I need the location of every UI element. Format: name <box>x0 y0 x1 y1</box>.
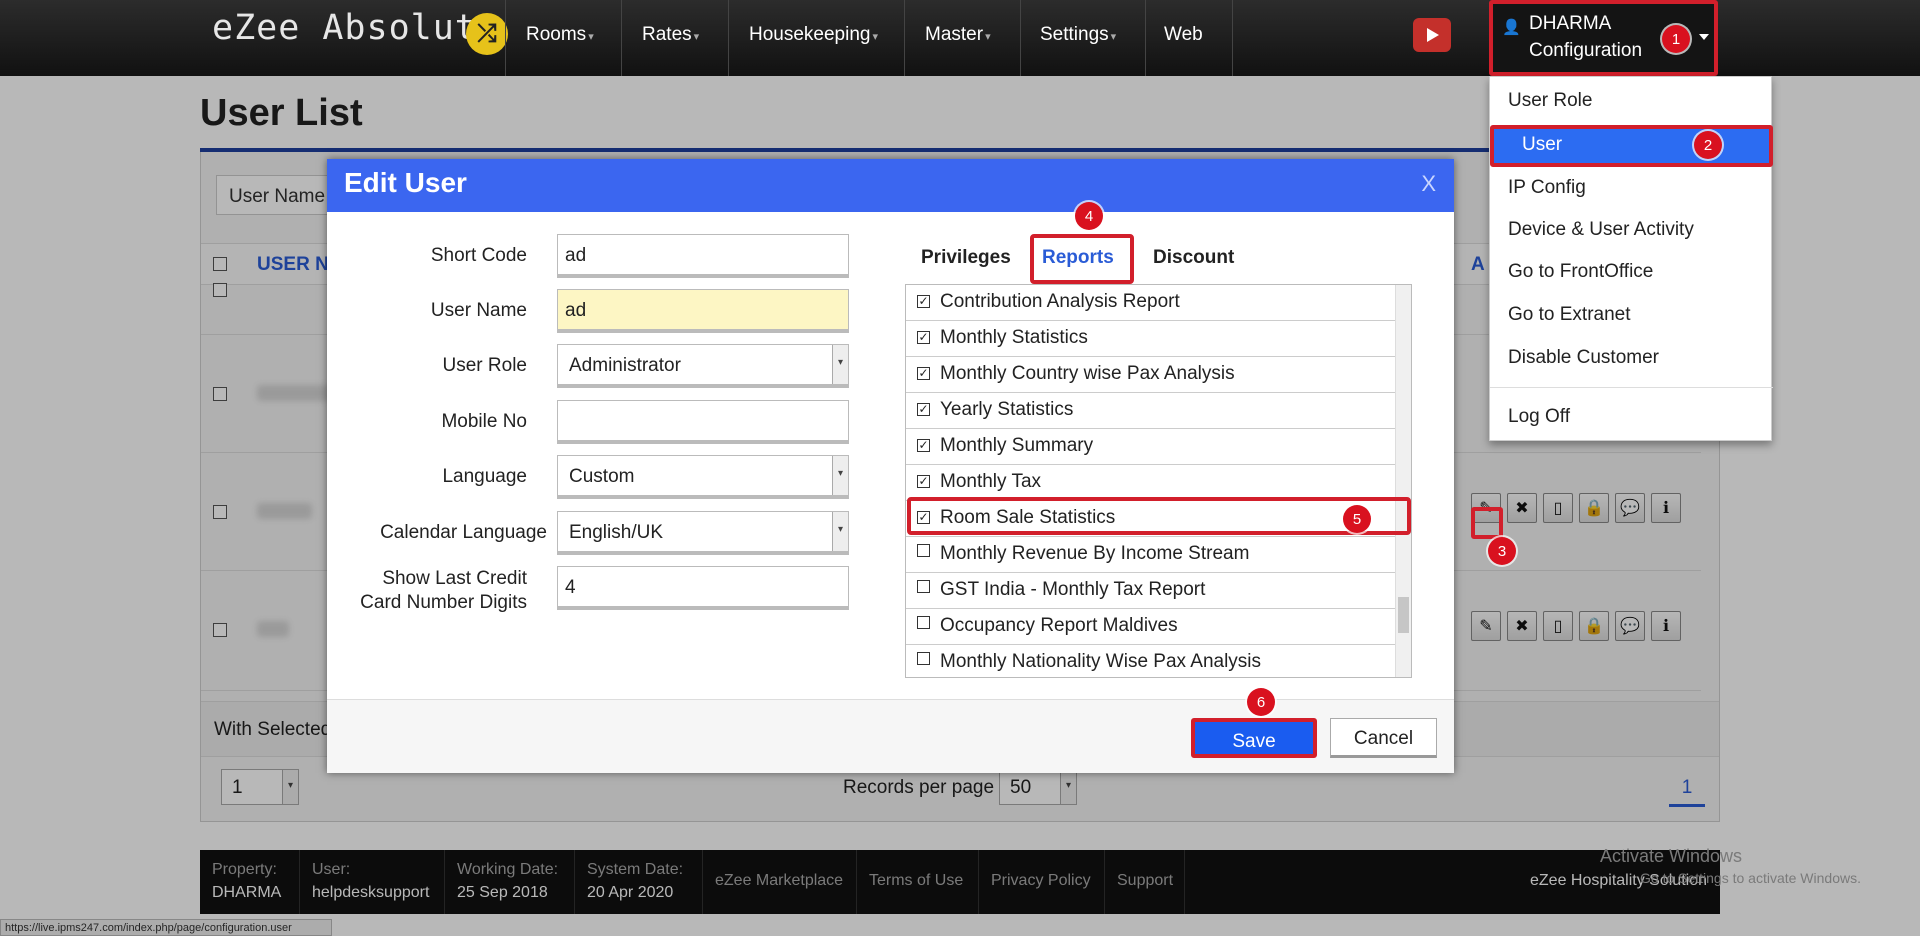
menu-item-log-off[interactable]: Log Off <box>1508 406 1570 428</box>
shuffle-icon[interactable]: ⤮ <box>466 13 508 55</box>
calendar-language-label: Calendar Language <box>380 522 547 543</box>
chevron-down-icon: ▾ <box>832 456 848 495</box>
edit-user-modal: Edit User X Short Code ad User Name ad U… <box>327 159 1454 773</box>
user-role-label: User Role <box>442 355 527 376</box>
modal-title: Edit User <box>327 159 1454 212</box>
menu-item-ip-config[interactable]: IP Config <box>1508 177 1586 199</box>
menu-item-user-label[interactable]: User <box>1522 134 1562 156</box>
report-item[interactable]: Occupancy Report Maldives <box>906 609 1396 645</box>
close-icon[interactable]: X <box>1421 171 1436 197</box>
cancel-button[interactable]: Cancel <box>1330 718 1437 758</box>
mobile-no-label: Mobile No <box>441 411 527 432</box>
report-item[interactable]: ✓ Monthly Tax <box>906 465 1396 501</box>
checkbox-checked-icon[interactable]: ✓ <box>917 475 930 488</box>
nav-rates[interactable]: Rates ▾ <box>621 0 728 76</box>
caret-down-icon <box>1699 34 1709 40</box>
chevron-down-icon: ▾ <box>832 345 848 384</box>
scrollbar-thumb[interactable] <box>1398 597 1409 633</box>
language-label: Language <box>442 466 527 487</box>
menu-item-device-activity[interactable]: Device & User Activity <box>1508 219 1694 241</box>
report-item[interactable]: ✓ Monthly Statistics <box>906 321 1396 357</box>
reports-list: ✓ Contribution Analysis Report ✓ Monthly S… <box>905 284 1412 678</box>
checkbox-checked-icon[interactable]: ✓ <box>917 403 930 416</box>
checkbox-unchecked-icon[interactable] <box>917 580 930 593</box>
nav-housekeeping[interactable]: Housekeeping ▾ <box>728 0 904 76</box>
brand-logo[interactable]: eZee Absolute <box>212 8 499 48</box>
user-name-label: User Name <box>430 300 527 321</box>
report-item[interactable]: ✓ Monthly Summary <box>906 429 1396 465</box>
nav-rooms[interactable]: Rooms ▾ <box>505 0 621 76</box>
checkbox-checked-icon[interactable]: ✓ <box>917 367 930 380</box>
tab-discount[interactable]: Discount <box>1153 247 1234 269</box>
edit-icon-highlight <box>1471 507 1503 539</box>
short-code-label: Short Code <box>430 245 527 266</box>
user-icon: 👤 <box>1502 19 1521 36</box>
checkbox-checked-icon[interactable]: ✓ <box>917 439 930 452</box>
room-sale-statistics-highlight <box>907 497 1411 535</box>
step-badge-2: 2 <box>1694 131 1722 159</box>
user-name-input[interactable]: ad <box>557 289 849 333</box>
save-button[interactable]: Save <box>1191 718 1317 758</box>
menu-item-disable-customer[interactable]: Disable Customer <box>1508 347 1659 369</box>
reports-scrollbar[interactable] <box>1395 285 1411 677</box>
step-badge-4: 4 <box>1075 202 1103 230</box>
nav-web[interactable]: Web <box>1145 0 1233 76</box>
nav-master[interactable]: Master ▾ <box>904 0 1020 76</box>
language-select[interactable]: Custom ▾ <box>557 455 849 499</box>
mobile-no-input[interactable] <box>557 400 849 444</box>
card-digits-label-line1: Show Last Credit <box>382 568 527 589</box>
step-badge-5: 5 <box>1343 505 1371 533</box>
checkbox-unchecked-icon[interactable] <box>917 652 930 665</box>
user-context: Configuration <box>1529 40 1643 61</box>
tab-reports-highlight <box>1030 234 1134 284</box>
top-navbar: eZee Absolute ⤮ Rooms ▾ Rates ▾ Housekeepi… <box>0 0 1920 76</box>
step-badge-1: 1 <box>1662 25 1690 53</box>
user-role-select[interactable]: Administrator ▾ <box>557 344 849 388</box>
menu-item-user-role[interactable]: User Role <box>1508 90 1592 112</box>
report-item[interactable]: Monthly Revenue By Income Stream <box>906 537 1396 573</box>
report-item[interactable]: ✓ Monthly Country wise Pax Analysis <box>906 357 1396 393</box>
user-name: DHARMA <box>1529 13 1612 34</box>
step-badge-3: 3 <box>1488 537 1516 565</box>
checkbox-checked-icon[interactable]: ✓ <box>917 295 930 308</box>
menu-item-extranet[interactable]: Go to Extranet <box>1508 304 1631 326</box>
checkbox-unchecked-icon[interactable] <box>917 616 930 629</box>
checkbox-checked-icon[interactable]: ✓ <box>917 331 930 344</box>
user-dropdown-menu: User Role User IP Config Device & User A… <box>1489 76 1773 441</box>
calendar-language-select[interactable]: English/UK ▾ <box>557 511 849 555</box>
report-item[interactable]: ✓ Yearly Statistics <box>906 393 1396 429</box>
menu-item-frontoffice[interactable]: Go to FrontOffice <box>1508 261 1653 283</box>
edit-user-form: Short Code ad User Name ad User Role Adm… <box>327 212 867 662</box>
tab-privileges[interactable]: Privileges <box>921 247 1011 269</box>
youtube-icon[interactable] <box>1413 18 1451 52</box>
short-code-input[interactable]: ad <box>557 234 849 278</box>
report-item[interactable]: GST India - Monthly Tax Report <box>906 573 1396 609</box>
modal-footer: Save Cancel <box>327 699 1454 773</box>
card-digits-input[interactable]: 4 <box>557 566 849 610</box>
report-item[interactable]: ✓ Contribution Analysis Report <box>906 285 1396 321</box>
menu-divider <box>1490 387 1773 388</box>
step-badge-6: 6 <box>1247 688 1275 716</box>
checkbox-unchecked-icon[interactable] <box>917 544 930 557</box>
chevron-down-icon: ▾ <box>832 512 848 551</box>
nav-settings[interactable]: Settings ▾ <box>1020 0 1145 76</box>
card-digits-label-line2: Card Number Digits <box>360 592 527 613</box>
report-item[interactable]: Monthly Nationality Wise Pax Analysis <box>906 645 1396 677</box>
